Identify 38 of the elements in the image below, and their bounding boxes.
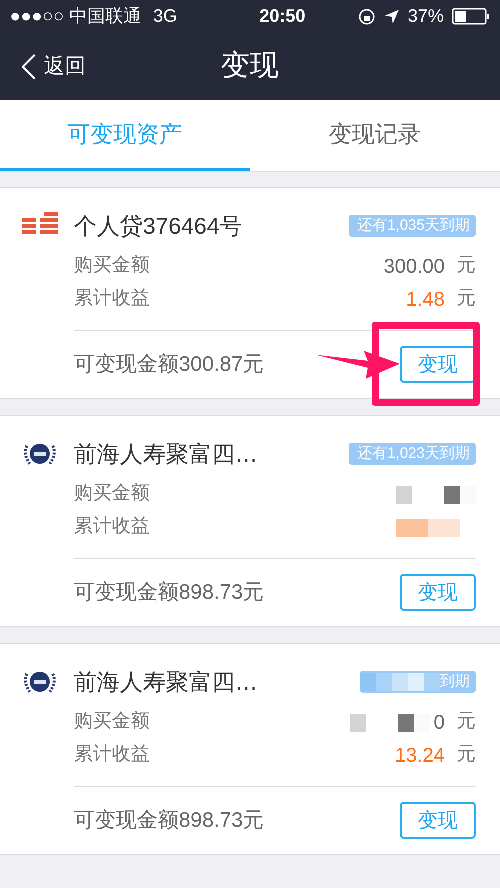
field-label: 购买金额 xyxy=(74,254,150,278)
asset-title: 前海人寿聚富四… xyxy=(74,668,258,697)
back-button[interactable]: 返回 xyxy=(22,50,86,82)
currency-unit: 元 xyxy=(457,254,476,278)
chevron-left-icon xyxy=(22,54,36,80)
carrier-label: ●●●○○ 中国联通 xyxy=(10,5,142,28)
cash-out-button[interactable]: 变现 xyxy=(400,802,476,839)
cash-out-button[interactable]: 变现 xyxy=(400,574,476,611)
currency-unit: 元 xyxy=(457,710,476,734)
field-label: 购买金额 xyxy=(74,482,150,506)
location-arrow-icon xyxy=(384,8,400,24)
network-label: 3G xyxy=(153,5,178,28)
asset-title: 个人贷376464号 xyxy=(74,212,243,241)
available-amount: 可变现金额898.73元 xyxy=(74,580,264,606)
currency-unit: 元 xyxy=(457,743,476,768)
field-label: 累计收益 xyxy=(74,287,150,312)
tab[interactable]: 变现记录 xyxy=(250,100,500,171)
cash-out-button[interactable]: 变现 xyxy=(400,346,476,383)
maturity-badge: 还有1,023天到期 xyxy=(349,442,476,466)
available-amount: 可变现金额300.87元 xyxy=(74,352,264,378)
amount-value: 0 xyxy=(434,710,445,736)
battery-icon xyxy=(452,8,490,25)
page-title: 变现 xyxy=(221,48,279,84)
amount-value: 13.24 xyxy=(394,744,445,768)
field-label: 累计收益 xyxy=(74,515,150,540)
currency-unit: 元 xyxy=(457,287,476,312)
amount-value: 1.48 xyxy=(406,288,445,312)
asset-title: 前海人寿聚富四… xyxy=(74,440,258,469)
field-label: 购买金额 xyxy=(74,710,150,734)
clock: 20:50 xyxy=(258,5,306,28)
amount-value: 300.00 xyxy=(384,254,445,280)
battery-percent: 37% xyxy=(408,5,444,28)
maturity-badge: 还有1,035天到期 xyxy=(349,214,476,238)
rotation-lock-icon xyxy=(358,8,376,26)
maturity-badge: 到期 xyxy=(360,670,476,694)
tab[interactable]: 可变现资产 xyxy=(0,100,250,171)
available-amount: 可变现金额898.73元 xyxy=(74,808,264,834)
field-label: 累计收益 xyxy=(74,743,150,768)
